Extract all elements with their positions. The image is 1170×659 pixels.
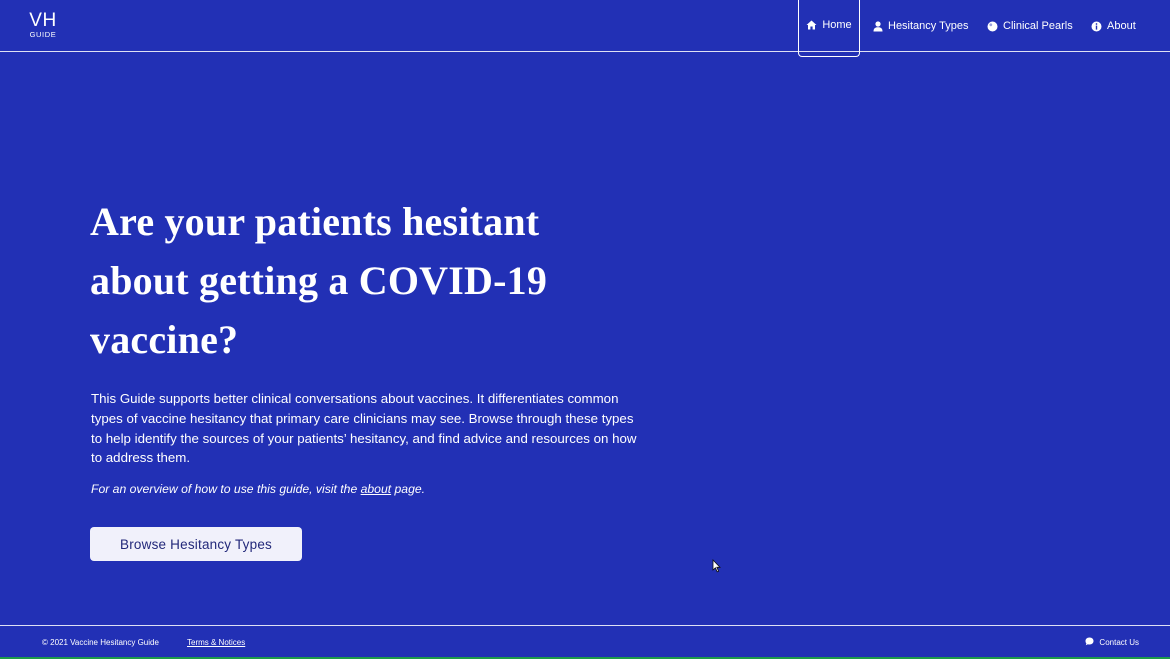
hero-title-line-2: about getting a COVID-19 — [90, 258, 548, 303]
page: VH GUIDE Home Hesitancy Types Clinical P… — [0, 0, 1170, 659]
nav-item-home[interactable]: Home — [798, 0, 860, 57]
hero-title-line-1: Are your patients hesitant — [90, 199, 540, 244]
hero-title-line-3: vaccine? — [90, 317, 239, 362]
nav-item-hesitancy-types[interactable]: Hesitancy Types — [873, 0, 969, 52]
about-link[interactable]: about — [361, 482, 392, 496]
mouse-cursor-icon — [712, 559, 721, 578]
browse-hesitancy-types-button[interactable]: Browse Hesitancy Types — [90, 527, 302, 561]
hero-note: For an overview of how to use this guide… — [91, 482, 425, 496]
terms-link[interactable]: Terms & Notices — [187, 638, 245, 647]
hero-note-suffix: page. — [391, 482, 426, 496]
nav-item-about[interactable]: About — [1091, 0, 1136, 52]
nav-item-clinical-pearls[interactable]: Clinical Pearls — [987, 0, 1073, 52]
site-logo[interactable]: VH GUIDE — [28, 11, 58, 39]
logo-main-text: VH — [29, 10, 57, 31]
main-nav: Home Hesitancy Types Clinical Pearls Abo… — [798, 0, 1170, 57]
logo-sub-text: GUIDE — [29, 30, 57, 39]
info-icon — [1091, 21, 1102, 32]
nav-label-home: Home — [822, 19, 852, 31]
hero-note-prefix: For an overview of how to use this guide… — [91, 482, 361, 496]
footer: © 2021 Vaccine Hesitancy Guide Terms & N… — [0, 625, 1170, 659]
pearl-icon — [987, 21, 998, 32]
copyright-text: © 2021 Vaccine Hesitancy Guide — [42, 638, 159, 647]
contact-us-label: Contact Us — [1099, 638, 1139, 647]
home-icon — [806, 20, 817, 30]
hero-title: Are your patients hesitant about getting … — [90, 192, 630, 369]
person-icon — [873, 20, 883, 32]
contact-us-link[interactable]: Contact Us — [1085, 637, 1139, 648]
hero-description: This Guide supports better clinical conv… — [91, 391, 637, 466]
header: VH GUIDE Home Hesitancy Types Clinical P… — [0, 0, 1170, 57]
nav-label-hesitancy-types: Hesitancy Types — [888, 20, 969, 32]
nav-label-clinical-pearls: Clinical Pearls — [1003, 20, 1073, 32]
chat-bubble-icon — [1085, 637, 1094, 648]
nav-label-about: About — [1107, 20, 1136, 32]
